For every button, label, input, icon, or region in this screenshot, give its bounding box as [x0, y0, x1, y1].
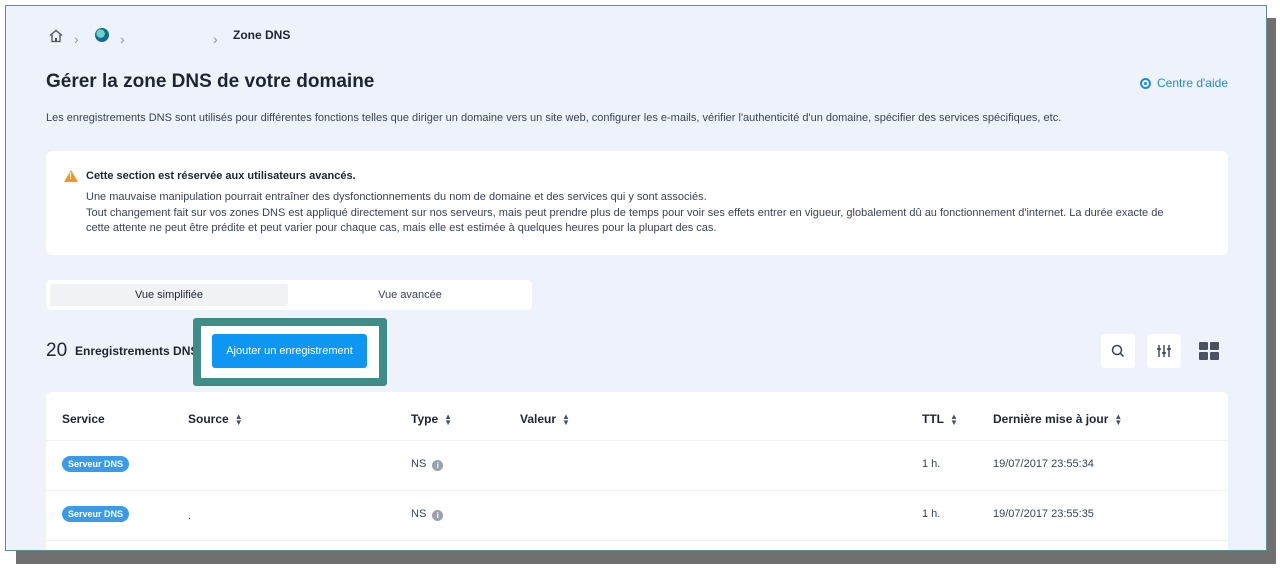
home-icon[interactable]: [48, 28, 64, 44]
column-header-updated[interactable]: Dernière mise à jour ▲ ▼: [993, 412, 1122, 426]
sort-icon: ▲ ▼: [950, 411, 958, 427]
search-icon: [1111, 344, 1125, 358]
service-badge: Serveur DNS: [62, 506, 130, 522]
warning-line: cette attente ne peut être prédite et pe…: [86, 222, 717, 234]
warning-title: Cette section est réservée aux utilisate…: [86, 170, 356, 182]
warning-box: Cette section est réservée aux utilisate…: [46, 151, 1228, 255]
dns-records-table: Service Source ▲ ▼ Type ▲ ▼ Valeur ▲ ▼ TTL ▲ ▼ D…: [46, 392, 1228, 550]
info-icon[interactable]: i: [432, 460, 444, 471]
add-record-button[interactable]: Ajouter un enregistrement: [212, 334, 367, 368]
records-count: 20: [46, 340, 68, 361]
source-cell: .: [188, 510, 192, 522]
warning-line: Tout changement fait sur vos zones DNS e…: [86, 207, 1164, 219]
table-row[interactable]: Serveur DNS NS i 1 h. 19/07/2017 23:55:34: [46, 441, 1228, 491]
warning-line: Une mauvaise manipulation pourrait entra…: [86, 191, 707, 203]
tab-simplified-view[interactable]: Vue simplifiée: [50, 284, 288, 306]
type-cell: NS i: [411, 458, 444, 471]
view-tabs: Vue simplifiée Vue avancée: [46, 280, 532, 310]
grid-view-icon[interactable]: [1199, 342, 1221, 362]
page-title: Gérer la zone DNS de votre domaine: [46, 71, 375, 92]
type-cell: NS i: [411, 508, 444, 521]
row-divider: [46, 540, 1228, 541]
chevron-right-icon: ›: [120, 31, 125, 47]
help-link-label: Centre d'aide: [1156, 76, 1228, 90]
search-button[interactable]: [1101, 334, 1135, 368]
sort-icon: ▲ ▼: [562, 411, 570, 427]
page-frame: › › › Zone DNS Gérer la zone DNS de votr…: [5, 5, 1267, 551]
breadcrumb-current: Zone DNS: [233, 28, 291, 42]
column-header-source[interactable]: Source ▲ ▼: [188, 412, 243, 426]
ttl-cell: 1 h.: [922, 508, 941, 520]
sort-icon: ▲ ▼: [1114, 411, 1123, 427]
filter-icon: [1157, 345, 1171, 357]
page-description: Les enregistrements DNS sont utilisés po…: [46, 112, 1062, 124]
tab-advanced-view[interactable]: Vue avancée: [292, 284, 528, 306]
records-label: Enregistrements DNS: [75, 344, 199, 358]
column-header-ttl[interactable]: TTL ▲ ▼: [922, 412, 958, 426]
chevron-right-icon: ›: [74, 31, 79, 47]
sort-icon: ▲ ▼: [234, 411, 243, 427]
column-header-value[interactable]: Valeur ▲ ▼: [520, 412, 570, 426]
chevron-right-icon: ›: [213, 31, 218, 47]
help-center-link[interactable]: Centre d'aide: [1139, 76, 1228, 90]
warning-icon: [64, 170, 78, 182]
globe-icon[interactable]: [95, 28, 109, 42]
table-row[interactable]: Serveur DNS . NS i 1 h. 19/07/2017 23:55:…: [46, 491, 1228, 541]
filter-button[interactable]: [1147, 334, 1181, 368]
service-badge: Serveur DNS: [62, 456, 130, 472]
info-icon[interactable]: i: [432, 510, 444, 521]
updated-cell: 19/07/2017 23:55:35: [993, 508, 1094, 520]
ttl-cell: 1 h.: [922, 458, 941, 470]
column-header-type[interactable]: Type ▲ ▼: [411, 412, 452, 426]
help-icon: [1139, 77, 1151, 89]
sort-icon: ▲ ▼: [444, 411, 453, 427]
updated-cell: 19/07/2017 23:55:34: [993, 458, 1094, 470]
column-header-service: Service: [62, 412, 105, 426]
